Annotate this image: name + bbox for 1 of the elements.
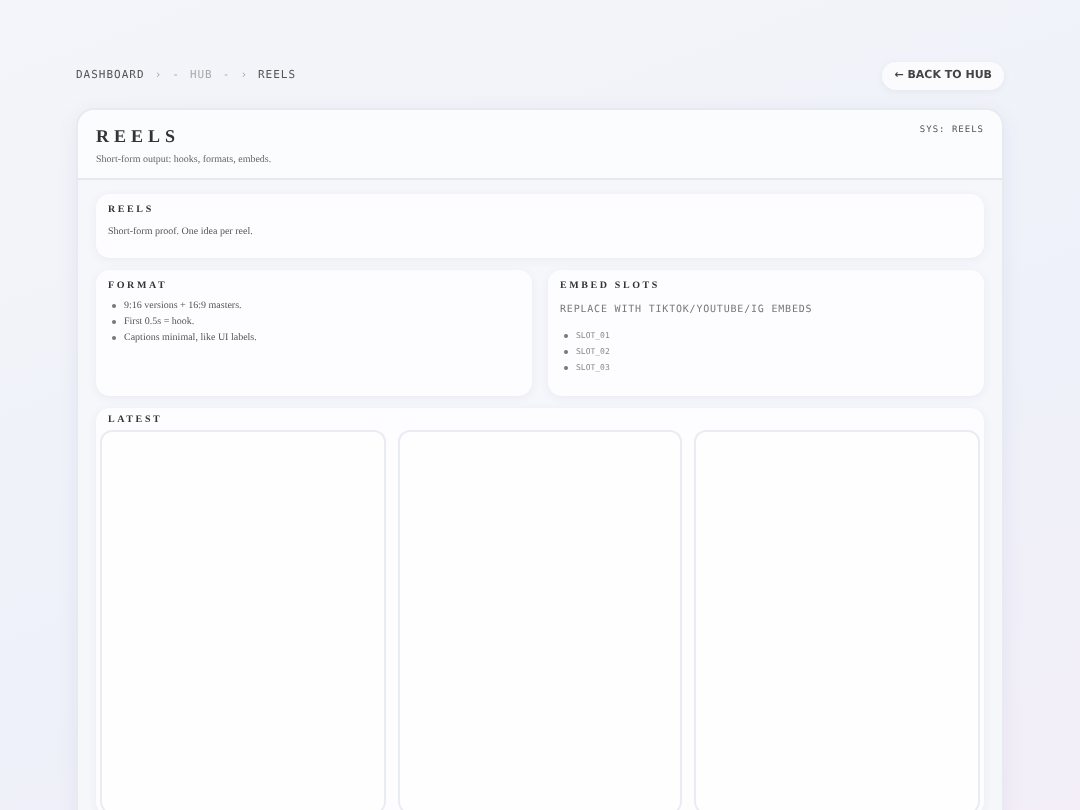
page-title: REELS [96,126,183,146]
